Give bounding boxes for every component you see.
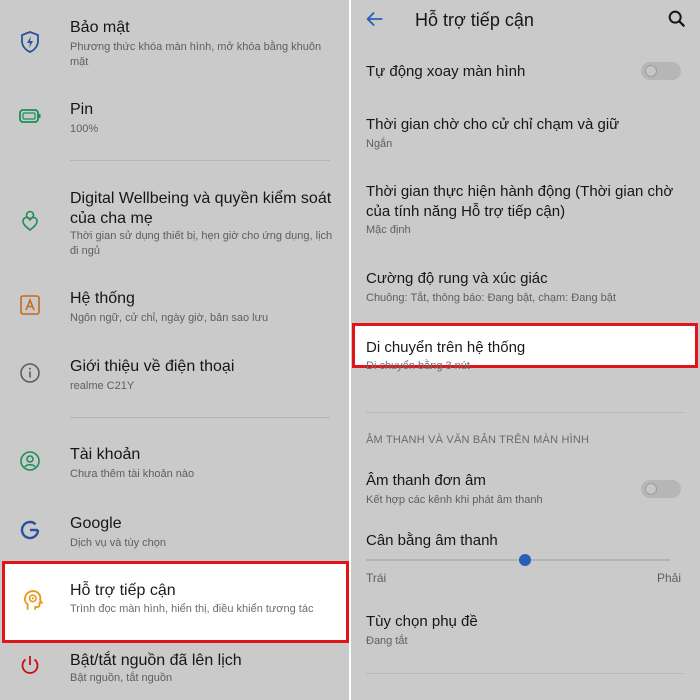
setting-title: Thời gian chờ cho cử chỉ chạm và giữ: [366, 116, 620, 133]
settings-item-google[interactable]: Google Dịch vụ và tùy chọn: [0, 510, 350, 552]
setting-subtitle: Di chuyển bằng 3 nút: [366, 360, 470, 372]
search-icon[interactable]: [666, 8, 688, 30]
settings-item-accounts[interactable]: Tài khoản Chưa thêm tài khoản nào: [0, 441, 350, 483]
setting-system-navigation[interactable]: Di chuyển trên hệ thống Di chuyển bằng 3…: [352, 323, 698, 372]
settings-item-title: Pin: [70, 101, 94, 118]
setting-title: Tùy chọn phụ đề: [366, 613, 478, 630]
setting-title: Âm thanh đơn âm: [366, 472, 486, 489]
divider: [70, 417, 330, 418]
shield-lightning-icon: [21, 31, 39, 53]
setting-subtitle: Chuông: Tắt, thông báo: Đang bật, chạm: …: [366, 292, 616, 304]
page-title: Hỗ trợ tiếp cận: [415, 10, 534, 30]
settings-item-title: Bật/tắt nguồn đã lên lịch: [70, 652, 242, 669]
setting-title: Cường độ rung và xúc giác: [366, 270, 548, 287]
power-icon: [21, 656, 39, 674]
settings-item-title: Bảo mật: [70, 19, 130, 36]
battery-icon: [19, 109, 41, 123]
settings-item-title: Tài khoản: [70, 446, 141, 463]
settings-item-title: Hỗ trợ tiếp cận: [70, 582, 176, 599]
settings-item-accessibility[interactable]: Hỗ trợ tiếp cận Trình đọc màn hình, hiển…: [2, 561, 349, 643]
settings-item-subtitle: Phương thức khóa màn hình, mở khóa bằng …: [70, 41, 322, 68]
settings-item-subtitle: Bật nguồn, tắt nguồn: [70, 672, 173, 684]
auto-rotate-toggle[interactable]: [641, 62, 681, 80]
settings-item-title: Digital Wellbeing và quyền kiểm soát của…: [70, 190, 332, 227]
settings-item-title: Google: [70, 515, 122, 532]
settings-item-subtitle: Thời gian sử dụng thiết bị, hẹn giờ cho …: [70, 230, 333, 257]
settings-item-scheduled-power[interactable]: Bật/tắt nguồn đã lên lịch Bật nguồn, tắt…: [0, 647, 350, 689]
setting-title: Thời gian thực hiện hành động (Thời gian…: [366, 183, 674, 220]
system-font-icon: [20, 295, 40, 315]
settings-item-system[interactable]: Hệ thống Ngôn ngữ, cử chỉ, ngày giờ, bản…: [0, 285, 350, 327]
settings-item-subtitle: Chưa thêm tài khoản nào: [70, 468, 195, 480]
divider: [366, 412, 684, 413]
back-arrow-icon[interactable]: [364, 8, 386, 30]
setting-subtitle: Kết hợp các kênh khi phát âm thanh: [366, 494, 543, 506]
settings-item-subtitle: Trình đọc màn hình, hiển thị, điều khiển…: [70, 603, 314, 615]
google-icon: [20, 520, 40, 540]
mono-audio-toggle[interactable]: [641, 480, 681, 498]
settings-item-title: Giới thiệu về điện thoại: [70, 358, 235, 375]
setting-title: Cân bằng âm thanh: [366, 532, 498, 549]
pane-separator: [349, 0, 351, 700]
settings-item-subtitle: 100%: [70, 123, 99, 135]
settings-item-battery[interactable]: Pin 100%: [0, 96, 350, 138]
settings-item-subtitle: Dịch vụ và tùy chọn: [70, 537, 166, 549]
setting-title: Tự động xoay màn hình: [366, 63, 526, 80]
setting-subtitle: Ngắn: [366, 138, 393, 150]
section-header-audio-text: ÂM THANH VÀ VĂN BẢN TRÊN MÀN HÌNH: [366, 434, 590, 446]
divider: [366, 673, 684, 674]
settings-item-digital-wellbeing[interactable]: Digital Wellbeing và quyền kiểm soát của…: [0, 185, 350, 265]
slider-right-label: Phải: [657, 571, 682, 585]
setting-subtitle: Đang tắt: [366, 635, 408, 647]
divider: [70, 160, 330, 161]
audio-balance-slider-track[interactable]: [366, 559, 670, 561]
settings-item-title: Hệ thống: [70, 290, 135, 307]
accessibility-head-icon: [23, 590, 44, 610]
settings-item-subtitle: Ngôn ngữ, cử chỉ, ngày giờ, bản sao lưu: [70, 312, 269, 324]
audio-balance-slider-thumb[interactable]: [519, 554, 531, 566]
account-icon: [20, 451, 40, 471]
wellbeing-icon: [22, 210, 38, 232]
slider-left-label: Trái: [366, 571, 387, 585]
info-icon: [20, 363, 40, 383]
setting-title: Di chuyển trên hệ thống: [366, 339, 526, 356]
settings-item-about-phone[interactable]: Giới thiệu về điện thoại realme C21Y: [0, 353, 350, 395]
settings-item-subtitle: realme C21Y: [70, 380, 135, 392]
settings-item-security[interactable]: Bảo mật Phương thức khóa màn hình, mở kh…: [0, 14, 350, 74]
setting-subtitle: Mặc định: [366, 224, 411, 236]
